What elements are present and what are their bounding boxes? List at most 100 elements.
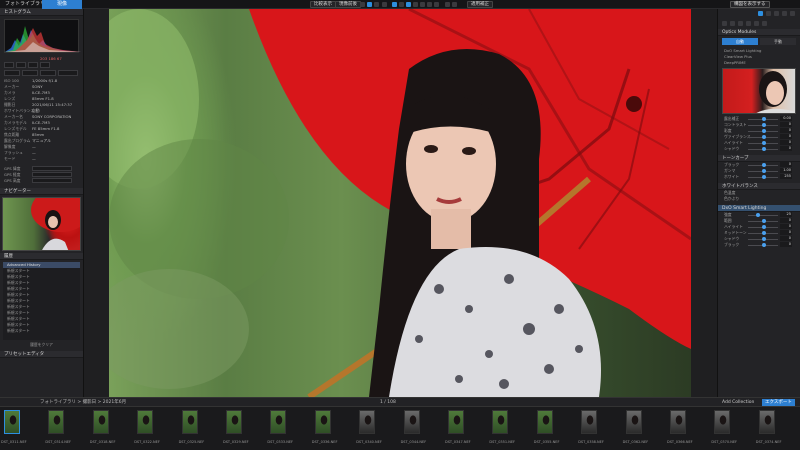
filmstrip-thumbnail[interactable] [226, 410, 242, 434]
loupe-preview[interactable] [722, 68, 796, 114]
star-icon[interactable] [766, 11, 771, 16]
slider-track[interactable] [748, 141, 778, 145]
filmstrip-thumbnail[interactable] [492, 410, 509, 434]
slider-track[interactable] [748, 219, 778, 223]
zoom-icon[interactable] [434, 2, 439, 7]
history-header[interactable]: 履歴 [0, 253, 83, 260]
slider-value[interactable]: 0 [780, 128, 792, 133]
slider-track[interactable] [748, 237, 778, 241]
filmstrip-thumbnail[interactable] [92, 410, 109, 434]
histogram-header[interactable]: ヒストグラム [0, 9, 83, 16]
slider-knob[interactable] [762, 163, 766, 167]
slider-track[interactable] [748, 117, 778, 121]
add-collection-button[interactable]: Add Collection [722, 398, 754, 407]
preset-icon[interactable] [774, 11, 779, 16]
slider-track[interactable] [748, 129, 778, 133]
slider-value[interactable]: 0.00 [780, 116, 792, 121]
crop-icon[interactable] [374, 2, 379, 7]
slider-track[interactable] [748, 225, 778, 229]
slider-value[interactable]: 0 [780, 236, 792, 241]
smart-lighting-header[interactable]: DxO Smart Lighting [718, 205, 800, 212]
gradient-icon[interactable] [406, 2, 411, 7]
slider-value[interactable]: 255 [780, 174, 792, 179]
compare-icon[interactable] [367, 2, 372, 7]
slider-value[interactable]: 0 [780, 218, 792, 223]
slider-knob[interactable] [762, 129, 766, 133]
slider-track[interactable] [748, 175, 778, 179]
slider-value[interactable]: 1.00 [780, 168, 792, 173]
slider-knob[interactable] [762, 141, 766, 145]
slider-knob[interactable] [762, 219, 766, 223]
navigator-header[interactable]: ナビゲーター [0, 188, 83, 195]
slider-knob[interactable] [762, 225, 766, 229]
history-clear-button[interactable]: 履歴をクリア [0, 342, 83, 348]
slider-track[interactable] [748, 231, 778, 235]
detail-icon[interactable] [738, 21, 743, 26]
watermark-icon[interactable] [762, 21, 767, 26]
gps-field[interactable] [32, 172, 72, 177]
filmstrip-thumbnail[interactable] [270, 410, 287, 434]
optics-tab-manual[interactable]: 手動 [760, 38, 796, 45]
filmstrip-thumbnail[interactable] [48, 410, 65, 434]
wb-item[interactable]: 色かぶり [718, 196, 800, 202]
optics-tab-auto[interactable]: 自動 [722, 38, 758, 45]
navigator-thumbnail[interactable] [2, 197, 81, 251]
geometry-icon[interactable] [746, 21, 751, 26]
radial-icon[interactable] [413, 2, 418, 7]
slider-value[interactable]: 0 [780, 134, 792, 139]
slider-value[interactable]: 0 [780, 122, 792, 127]
show-composition-button[interactable]: 構図を表示する [730, 1, 770, 8]
local-adjust-icon[interactable] [754, 21, 759, 26]
slider-value[interactable]: 25 [780, 212, 792, 217]
slider-track[interactable] [748, 243, 778, 247]
eye-icon[interactable] [382, 2, 387, 7]
slider-value[interactable]: 0 [780, 242, 792, 247]
slider-knob[interactable] [762, 237, 766, 241]
settings-icon[interactable] [782, 11, 787, 16]
slider-knob[interactable] [762, 175, 766, 179]
tab-develop[interactable]: 現像 [42, 0, 82, 9]
export-button[interactable]: エクスポート [762, 399, 795, 406]
slider-value[interactable]: 0 [780, 146, 792, 151]
slider-knob[interactable] [762, 135, 766, 139]
slider-track[interactable] [748, 169, 778, 173]
redeye-icon[interactable] [427, 2, 432, 7]
filmstrip-thumbnail[interactable] [581, 410, 598, 434]
history-item[interactable]: 新規スタート [3, 328, 80, 334]
slider-track[interactable] [748, 135, 778, 139]
slider-knob[interactable] [762, 117, 766, 121]
optics-item[interactable]: DeepPRIME [718, 60, 800, 66]
filmstrip-thumbnail[interactable] [137, 410, 154, 434]
filmstrip-path[interactable]: フォトライブラリ > 撮影日 > 2021年6月 [40, 398, 126, 407]
slider-track[interactable] [748, 213, 778, 217]
filmstrip-thumbnail[interactable] [758, 410, 775, 434]
slider-knob[interactable] [762, 147, 766, 151]
filmstrip-thumbnail[interactable] [448, 410, 464, 434]
slider-knob[interactable] [762, 243, 766, 247]
perspective-icon[interactable] [452, 2, 457, 7]
slider-value[interactable]: 0 [780, 140, 792, 145]
color-icon[interactable] [730, 21, 735, 26]
filmstrip-thumbnail[interactable] [181, 410, 198, 434]
white-balance-header[interactable]: ホワイトバランス [718, 183, 800, 190]
filmstrip-thumbnail[interactable] [536, 410, 553, 434]
repair-icon[interactable] [392, 2, 397, 7]
slider-track[interactable] [748, 123, 778, 127]
light-icon[interactable] [722, 21, 727, 26]
compare-view-button[interactable]: 比較表示 [310, 1, 336, 8]
slider-track[interactable] [748, 163, 778, 167]
horizon-icon[interactable] [445, 2, 450, 7]
filmstrip-thumbnail[interactable] [625, 410, 642, 434]
white-balance-icon[interactable] [420, 2, 425, 7]
grid-icon[interactable] [360, 2, 365, 7]
apply-correction-button[interactable]: 適用補正 [467, 1, 493, 8]
filmstrip-thumbnail[interactable] [714, 410, 731, 434]
slider-value[interactable]: 0 [780, 224, 792, 229]
filmstrip-thumbnail[interactable] [403, 410, 420, 434]
slider-knob[interactable] [762, 169, 766, 173]
optics-header[interactable]: Optics Modules [718, 29, 800, 36]
slider-value[interactable]: 0 [780, 230, 792, 235]
slider-value[interactable]: 0 [780, 162, 792, 167]
brush-icon[interactable] [399, 2, 404, 7]
preset-editor-header[interactable]: プリセットエディタ [0, 351, 83, 358]
